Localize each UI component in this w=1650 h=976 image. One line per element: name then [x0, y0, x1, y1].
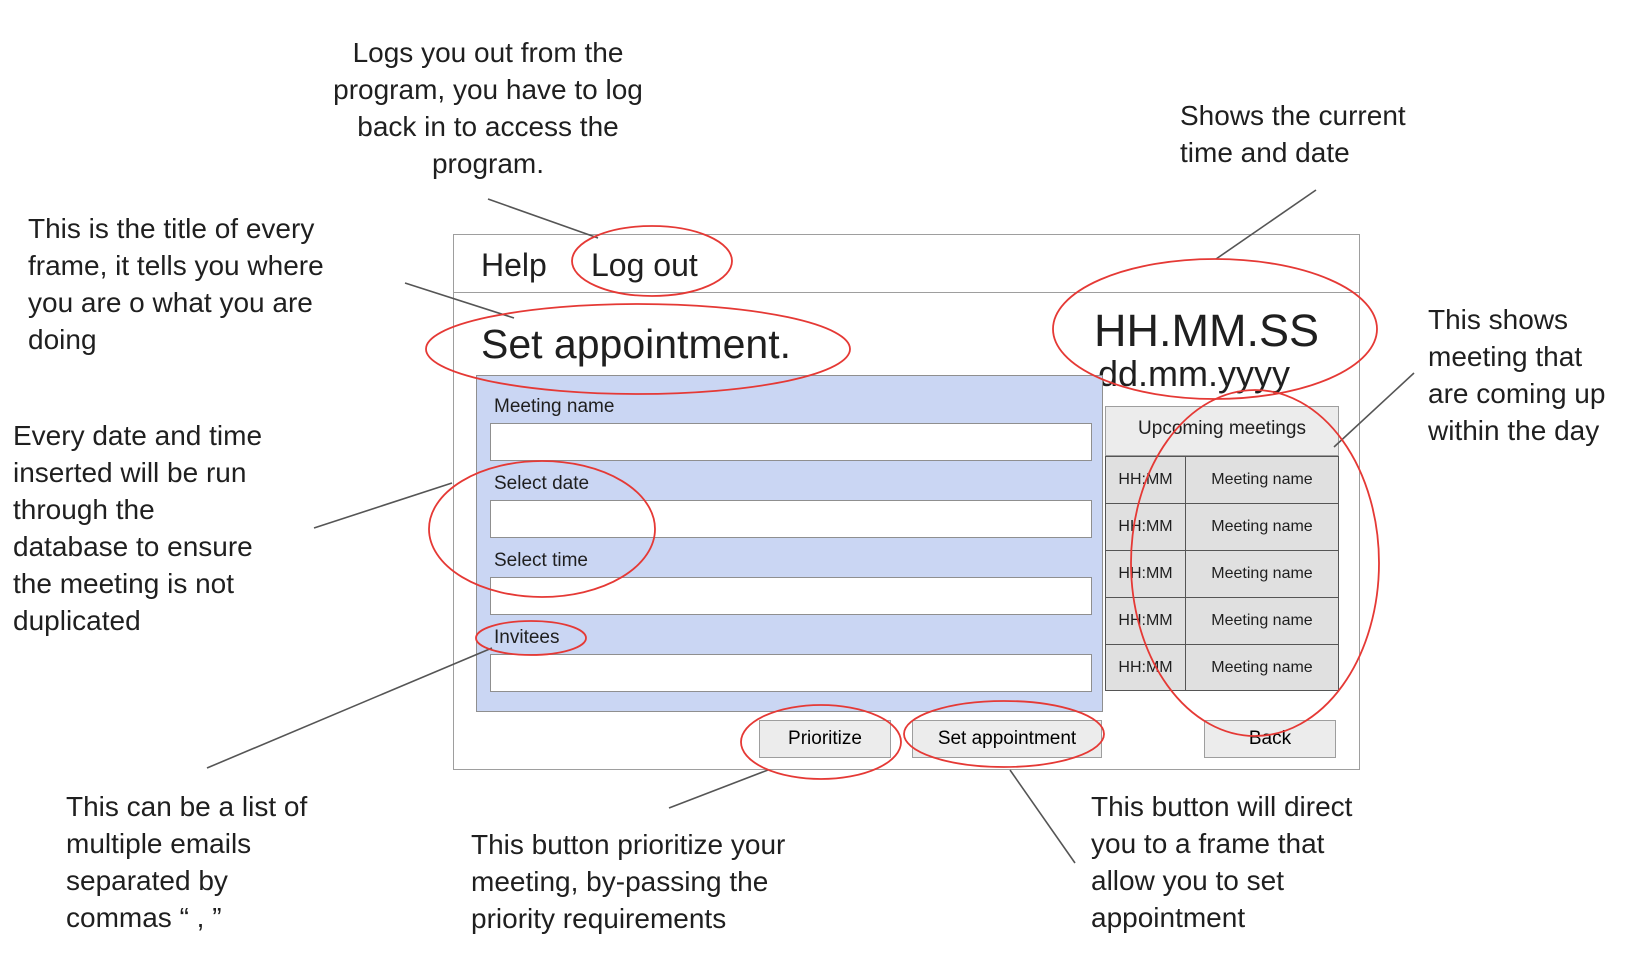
- meeting-time: HH:MM: [1106, 504, 1186, 550]
- meeting-time: HH:MM: [1106, 598, 1186, 644]
- upcoming-meetings-table: HH:MM Meeting name HH:MM Meeting name HH…: [1105, 456, 1339, 691]
- select-time-input[interactable]: [490, 577, 1092, 615]
- leader-invitees: [206, 647, 493, 769]
- table-row[interactable]: HH:MM Meeting name: [1106, 551, 1338, 598]
- meeting-name: Meeting name: [1211, 471, 1313, 488]
- clock-time: HH.MM.SS: [1094, 305, 1319, 356]
- upcoming-meetings-header: Upcoming meetings: [1105, 406, 1339, 456]
- frame-title: Set appointment.: [481, 321, 791, 367]
- annotation-set-appointment: This button will direct you to a frame t…: [1091, 791, 1353, 933]
- table-row[interactable]: HH:MM Meeting name: [1106, 457, 1338, 504]
- leader-prioritize: [668, 769, 769, 809]
- meeting-name-label: Meeting name: [494, 396, 615, 417]
- meeting-name: Meeting name: [1211, 659, 1313, 676]
- select-date-label: Select date: [494, 473, 590, 494]
- table-row[interactable]: HH:MM Meeting name: [1106, 598, 1338, 645]
- menu-bar: Help Log out: [454, 235, 1359, 293]
- meeting-name: Meeting name: [1211, 518, 1313, 535]
- invitees-label: Invitees: [494, 627, 560, 648]
- annotation-clock: Shows the current time and date: [1180, 100, 1406, 168]
- meeting-time: HH:MM: [1106, 645, 1186, 690]
- annotation-logout: Logs you out from the program, you have …: [333, 37, 643, 179]
- meeting-name: Meeting name: [1211, 612, 1313, 629]
- set-appointment-button[interactable]: Set appointment: [912, 720, 1102, 758]
- back-button[interactable]: Back: [1204, 720, 1336, 758]
- leader-logout: [487, 198, 599, 239]
- annotation-prioritize: This button prioritize your meeting, by-…: [471, 829, 786, 934]
- menu-help[interactable]: Help: [481, 247, 547, 284]
- annotation-date-check: Every date and time inserted will be run…: [13, 420, 263, 636]
- app-frame: Help Log out Set appointment. HH.MM.SS d…: [453, 234, 1360, 770]
- leader-set-appointment: [1009, 769, 1076, 864]
- table-row[interactable]: HH:MM Meeting name: [1106, 504, 1338, 551]
- meeting-name-input[interactable]: [490, 423, 1092, 461]
- annotation-upcoming: This shows meeting that are coming up wi…: [1428, 304, 1606, 446]
- appointment-form: Meeting name Select date Select time Inv…: [476, 375, 1103, 712]
- meeting-time: HH:MM: [1106, 551, 1186, 597]
- annotation-invitees: This can be a list of multiple emails se…: [66, 791, 308, 933]
- meeting-time: HH:MM: [1106, 457, 1186, 503]
- select-date-input[interactable]: [490, 500, 1092, 538]
- clock-date: dd.mm.yyyy: [1097, 353, 1291, 394]
- annotation-title: This is the title of every frame, it tel…: [28, 213, 324, 355]
- select-time-label: Select time: [494, 550, 588, 571]
- meeting-name: Meeting name: [1211, 565, 1313, 582]
- menu-logout[interactable]: Log out: [591, 247, 698, 284]
- prioritize-button[interactable]: Prioritize: [759, 720, 891, 758]
- table-row[interactable]: HH:MM Meeting name: [1106, 645, 1338, 690]
- leader-date-check: [313, 482, 453, 529]
- invitees-input[interactable]: [490, 654, 1092, 692]
